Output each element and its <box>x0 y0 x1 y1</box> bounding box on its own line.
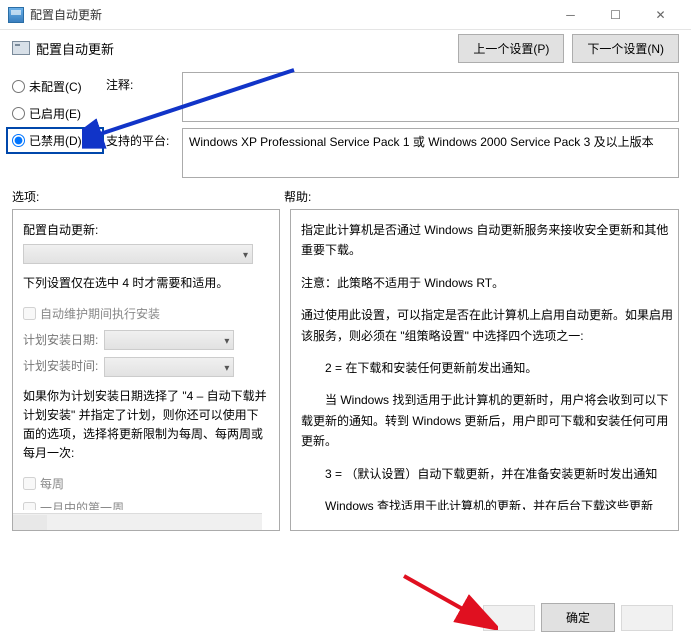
ok-button[interactable]: 确定 <box>541 603 615 632</box>
close-button[interactable]: ✕ <box>638 1 683 29</box>
install-time-dropdown[interactable] <box>104 357 234 377</box>
update-mode-dropdown[interactable] <box>23 244 253 264</box>
options-section-label: 选项: <box>12 188 284 205</box>
policy-icon <box>12 41 30 55</box>
schedule-note: 下列设置仅在选中 4 时才需要和适用。 <box>23 274 269 293</box>
help-p2: 注意：此策略不适用于 Windows RT。 <box>301 273 674 293</box>
auto-maintenance-label: 自动维护期间执行安装 <box>40 304 160 324</box>
install-time-label: 计划安装时间: <box>23 356 98 376</box>
help-section-label: 帮助: <box>284 188 679 205</box>
policy-title: 配置自动更新 <box>36 39 114 58</box>
comment-label: 注释: <box>106 72 174 93</box>
prev-setting-button[interactable]: 上一个设置(P) <box>458 34 564 63</box>
footer-right-button[interactable] <box>621 605 673 631</box>
options-panel: 配置自动更新: 下列设置仅在选中 4 时才需要和适用。 自动维护期间执行安装 计… <box>12 209 280 531</box>
auto-maintenance-checkbox <box>23 307 36 320</box>
platform-label: 支持的平台: <box>106 128 174 149</box>
weekly-label: 每周 <box>40 474 64 494</box>
radio-not-configured[interactable] <box>12 80 25 93</box>
radio-enabled[interactable] <box>12 107 25 120</box>
maximize-button[interactable]: ☐ <box>593 1 638 29</box>
help-panel: 指定此计算机是否通过 Windows 自动更新服务来接收安全更新和其他重要下载。… <box>290 209 679 531</box>
help-p3: 通过使用此设置，可以指定是否在此计算机上启用自动更新。如果启用该服务，则必须在 … <box>301 305 674 346</box>
options-title: 配置自动更新: <box>23 220 269 240</box>
install-date-dropdown[interactable] <box>104 330 234 350</box>
subheader: 配置自动更新 上一个设置(P) 下一个设置(N) <box>0 30 691 66</box>
titlebar: 配置自动更新 ─ ☐ ✕ <box>0 0 691 30</box>
help-p4: 2 = 在下载和安装任何更新前发出通知。 <box>301 358 674 378</box>
radio-not-configured-label[interactable]: 未配置(C) <box>29 78 82 95</box>
help-p7: Windows 查找适用于此计算机的更新，并在后台下载这些更新（在此过程中，用户… <box>301 496 674 510</box>
app-icon <box>8 7 24 23</box>
window-title: 配置自动更新 <box>30 6 102 23</box>
radio-disabled-label[interactable]: 已禁用(D) <box>29 132 82 149</box>
options-scrollbar-horizontal[interactable] <box>13 513 262 530</box>
first-week-checkbox <box>23 502 36 510</box>
next-setting-button[interactable]: 下一个设置(N) <box>572 34 679 63</box>
help-p6: 3 = （默认设置）自动下载更新，并在准备安装更新时发出通知 <box>301 464 674 484</box>
help-p1: 指定此计算机是否通过 Windows 自动更新服务来接收安全更新和其他重要下载。 <box>301 220 674 261</box>
first-week-label: 一月中的第一周 <box>40 498 124 510</box>
week-description: 如果你为计划安装日期选择了 "4 – 自动下载并计划安装" 并指定了计划，则你还… <box>23 387 269 464</box>
help-p5: 当 Windows 找到适用于此计算机的更新时，用户将会收到可以下载更新的通知。… <box>301 390 674 451</box>
weekly-checkbox <box>23 477 36 490</box>
comment-input[interactable] <box>182 72 679 122</box>
footer-left-button[interactable] <box>483 605 535 631</box>
platform-text: Windows XP Professional Service Pack 1 或… <box>182 128 679 178</box>
policy-state-radio-group: 未配置(C) 已启用(E) 已禁用(D) <box>12 72 98 178</box>
radio-enabled-label[interactable]: 已启用(E) <box>29 105 81 122</box>
help-text: 指定此计算机是否通过 Windows 自动更新服务来接收安全更新和其他重要下载。… <box>291 210 678 510</box>
radio-disabled[interactable] <box>12 134 25 147</box>
install-date-label: 计划安装日期: <box>23 330 98 350</box>
minimize-button[interactable]: ─ <box>548 1 593 29</box>
